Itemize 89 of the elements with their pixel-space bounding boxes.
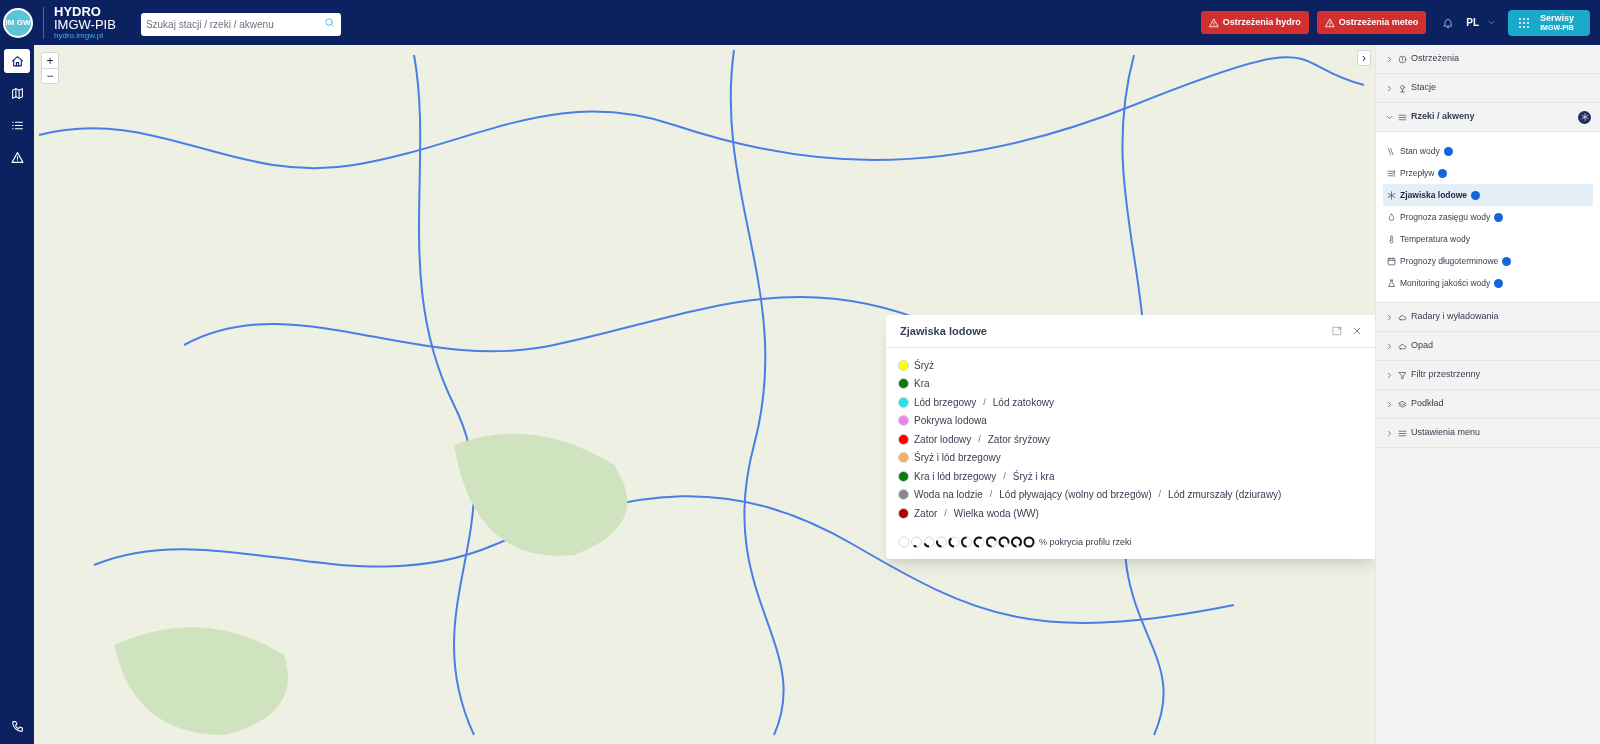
chevron-right-icon [1385,341,1394,351]
info-icon[interactable] [1494,278,1504,288]
flow-icon [1387,168,1396,178]
language-select[interactable]: PL [1466,15,1496,30]
coverage-label: % pokrycia profilu rzeki [1039,535,1132,549]
brand-subtitle: IMGW-PIB [54,18,116,31]
panel-section-header[interactable]: Opad [1376,332,1600,361]
layer-item[interactable]: Temperatura wody [1383,228,1593,250]
panel-toggle-button[interactable]: › [1357,50,1371,66]
separator: / [1003,469,1006,483]
bell-icon [1442,16,1455,29]
legend-label: Lód pływający (wolny od brzegów) [999,488,1152,503]
legend-label: Kra i lód brzegowy [914,469,997,484]
pin-icon [1398,83,1407,93]
info-icon[interactable] [1502,256,1512,266]
calendar-icon [1387,256,1396,266]
warning-icon [1324,17,1335,28]
home-icon [10,54,24,68]
close-icon [1352,326,1362,336]
legend-label: Wielka woda (WW) [953,506,1039,521]
legend-label: Woda na lodzie [914,488,983,503]
brand-url: hydro.imgw.pl [54,32,104,40]
panel-section-header[interactable]: Radary i wyładowania [1376,303,1600,332]
info-icon[interactable] [1494,212,1504,222]
legend-label: Śryż [914,358,934,373]
legend-label: Zator [914,506,938,521]
drop-icon [1387,212,1396,222]
separator: / [978,432,981,446]
layer-item[interactable]: Monitoring jakości wody [1383,272,1593,294]
snowflake-icon [1387,190,1396,200]
search-field[interactable]: Szukaj stacji / rzeki / akwenu [140,13,341,36]
zoom-in-button[interactable]: + [42,53,58,68]
grid-icon [1518,16,1530,29]
legend-title: Zjawiska lodowe [900,323,988,339]
map-icon [10,86,24,100]
chevron-right-icon [1385,399,1394,409]
panel-section-header[interactable]: Ustawienia menu [1376,419,1600,448]
separator: / [944,506,947,520]
warning-icon [10,150,24,164]
legend-label: Zator śryżowy [987,432,1050,447]
legend-label: Lód zmurszały (dziurawy) [1168,488,1282,503]
chevron-right-icon [1385,370,1394,380]
layer-item[interactable]: Prognoza zasięgu wody [1383,206,1593,228]
lines-icon [1398,112,1407,122]
chevron-right-icon [1385,428,1394,438]
brand-title: HYDRO [54,5,102,18]
panel-section-header[interactable]: Ostrzeżenia [1376,45,1600,74]
cloud-icon [1398,341,1407,351]
wave-icon [1387,146,1396,156]
panel-section-header[interactable]: Podkład [1376,390,1600,419]
separator: / [1158,488,1162,501]
chevron-right-icon [1385,312,1394,322]
zoom-out-button[interactable]: − [42,68,58,83]
filter-icon [1398,370,1407,380]
nav-button[interactable] [4,49,30,73]
layer-item[interactable]: Prognozy długoterminowe [1383,250,1593,272]
panel-section-header[interactable]: Stacje [1376,74,1600,103]
info-icon[interactable] [1443,146,1453,156]
chevron-right-icon [1385,83,1394,93]
info-icon[interactable] [1471,190,1481,200]
phone-icon [10,719,24,733]
warning-button[interactable]: Ostrzeżenia meteo [1316,11,1427,34]
chevron-down-icon [1487,18,1496,27]
legend-label: Lód zatokowy [992,395,1054,410]
legend-label: Lód brzegowy [914,395,977,410]
expand-icon [1332,326,1342,336]
close-button[interactable] [1352,326,1362,336]
warning-button[interactable]: Ostrzeżenia hydro [1200,11,1309,34]
layer-item[interactable]: Stan wody [1383,140,1593,162]
thermometer-icon [1387,234,1396,244]
lines-icon [1398,428,1407,438]
layer-item[interactable]: Przepływ [1383,162,1593,184]
layer-item[interactable]: Zjawiska lodowe [1383,184,1593,206]
separator: / [989,488,993,501]
chevron-right-icon [1385,54,1394,64]
legend-label: Śryż i lód brzegowy [914,450,1001,466]
search-icon [323,17,335,28]
legend-label: Pokrywa lodowa [914,414,987,429]
warning-icon [1208,17,1219,28]
info-icon[interactable] [1438,168,1448,178]
alert-circle-icon [1398,54,1407,64]
legend-label: Zator lodowy [914,432,972,447]
cloud-icon [1398,312,1407,322]
separator: / [983,395,986,409]
layers-icon [1398,399,1407,409]
legend-label: Śryż i kra [1012,469,1055,484]
legend-label: Kra [914,377,930,392]
flask-icon [1387,278,1396,288]
panel-section-header[interactable]: Filtr przestrzenny [1376,361,1600,390]
